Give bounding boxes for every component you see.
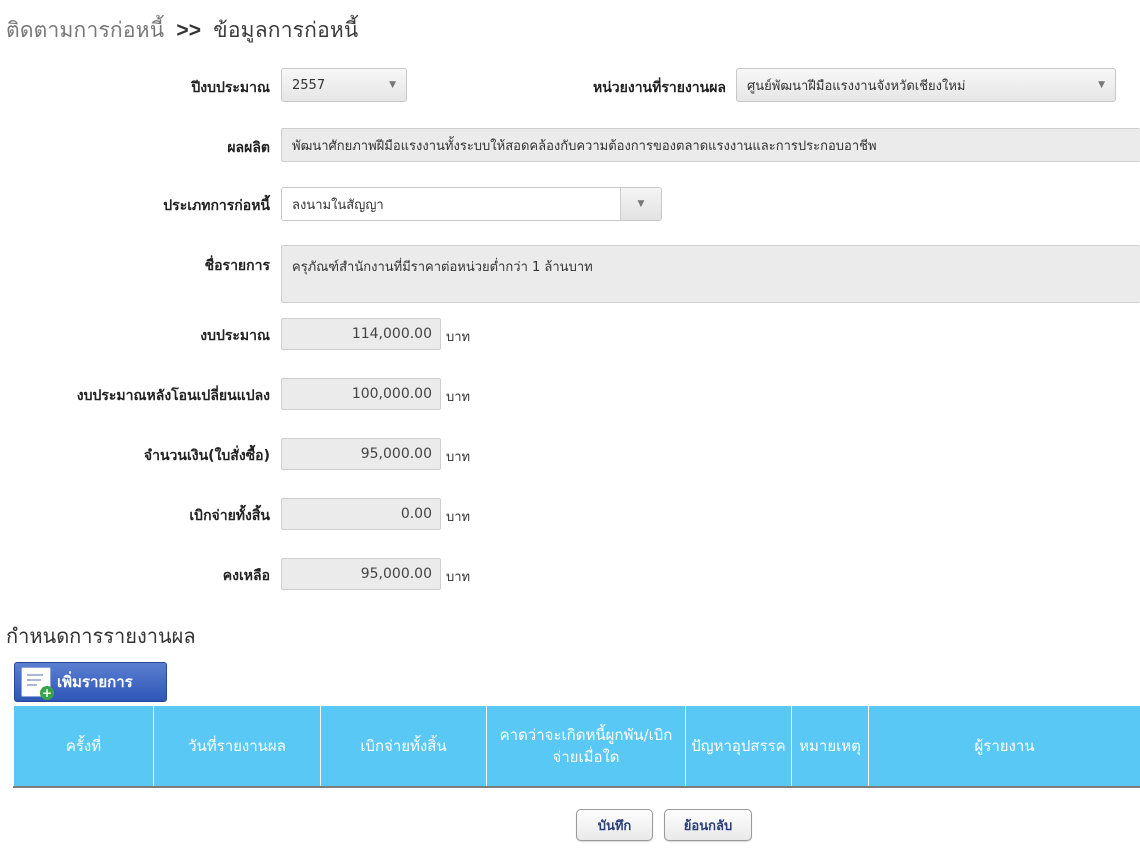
chevron-down-icon: ▼ <box>620 188 661 220</box>
fiscal-year-value: 2557 <box>292 77 326 93</box>
column-header-round[interactable]: ครั้งที่ <box>13 706 154 788</box>
budget-unit: บาท <box>446 330 471 345</box>
page-heading: ข้อมูลการก่อหนี้ <box>213 19 359 42</box>
chevron-down-icon: ▼ <box>389 80 396 90</box>
chevron-down-icon: ▼ <box>1098 80 1105 90</box>
po-amount-field[interactable]: 95,000.00 <box>281 438 441 470</box>
unit-select[interactable]: ศูนย์พัฒนาฝีมือแรงงานจังหวัดเชียงใหม่ ▼ <box>736 68 1116 102</box>
report-table: ครั้งที่ วันที่รายงานผล เบิกจ่ายทั้งสิ้น… <box>13 706 1140 788</box>
budget-after-transfer-field[interactable]: 100,000.00 <box>281 378 441 410</box>
breadcrumb-separator: >> <box>176 19 202 42</box>
report-section-title: กำหนดการรายงานผล <box>6 626 196 648</box>
total-disbursed-unit: บาท <box>446 510 471 525</box>
fiscal-year-label: ปีงบประมาณ <box>191 80 270 96</box>
budget-after-transfer-unit: บาท <box>446 390 471 405</box>
output-label: ผลผลิต <box>227 140 270 156</box>
po-amount-label: จำนวนเงิน(ใบสั่งซื้อ) <box>143 448 270 464</box>
remaining-unit: บาท <box>446 570 471 585</box>
breadcrumb[interactable]: ติดตามการก่อหนี้ <box>6 19 164 42</box>
po-amount-unit: บาท <box>446 450 471 465</box>
fiscal-year-select[interactable]: 2557 ▼ <box>281 68 407 102</box>
obligation-type-select[interactable]: ลงนามในสัญญา ▼ <box>281 187 662 221</box>
column-header-report-date[interactable]: วันที่รายงานผล <box>153 706 321 788</box>
total-disbursed-label: เบิกจ่ายทั้งสิ้น <box>189 508 270 524</box>
column-header-reporter[interactable]: ผู้รายงาน <box>868 706 1140 788</box>
obligation-type-label: ประเภทการก่อหนี้ <box>163 198 270 214</box>
page-title: ติดตามการก่อหนี้ >> ข้อมูลการก่อหนี้ <box>6 14 359 47</box>
unit-label: หน่วยงานที่รายงานผล <box>593 80 726 96</box>
item-name-field[interactable]: ครุภัณฑ์สำนักงานที่มีราคาต่อหน่วยต่ำกว่า… <box>281 245 1140 303</box>
output-field[interactable]: พัฒนาศักยภาพฝีมือแรงงานทั้งระบบให้สอดคล้… <box>281 128 1140 162</box>
add-item-label: เพิ่มรายการ <box>57 673 133 691</box>
add-item-button[interactable]: + เพิ่มรายการ <box>14 662 167 702</box>
budget-after-transfer-label: งบประมาณหลังโอนเปลี่ยนแปลง <box>76 388 270 404</box>
obligation-type-value: ลงนามในสัญญา <box>292 197 384 213</box>
back-button[interactable]: ย้อนกลับ <box>664 809 752 841</box>
document-add-icon: + <box>21 667 54 700</box>
budget-field[interactable]: 114,000.00 <box>281 318 441 350</box>
item-name-label: ชื่อรายการ <box>204 258 270 274</box>
save-button[interactable]: บันทึก <box>576 809 653 841</box>
budget-label: งบประมาณ <box>200 328 270 344</box>
column-header-total-disbursed[interactable]: เบิกจ่ายทั้งสิ้น <box>320 706 487 788</box>
column-header-problems[interactable]: ปัญหาอุปสรรค <box>685 706 792 788</box>
total-disbursed-field[interactable]: 0.00 <box>281 498 441 530</box>
remaining-field[interactable]: 95,000.00 <box>281 558 441 590</box>
column-header-notes[interactable]: หมายเหตุ <box>791 706 869 788</box>
column-header-expected-date[interactable]: คาดว่าจะเกิดหนี้ผูกพัน/เบิกจ่ายเมื่อใด <box>486 706 686 788</box>
remaining-label: คงเหลือ <box>222 568 270 584</box>
unit-value: ศูนย์พัฒนาฝีมือแรงงานจังหวัดเชียงใหม่ <box>747 78 966 94</box>
